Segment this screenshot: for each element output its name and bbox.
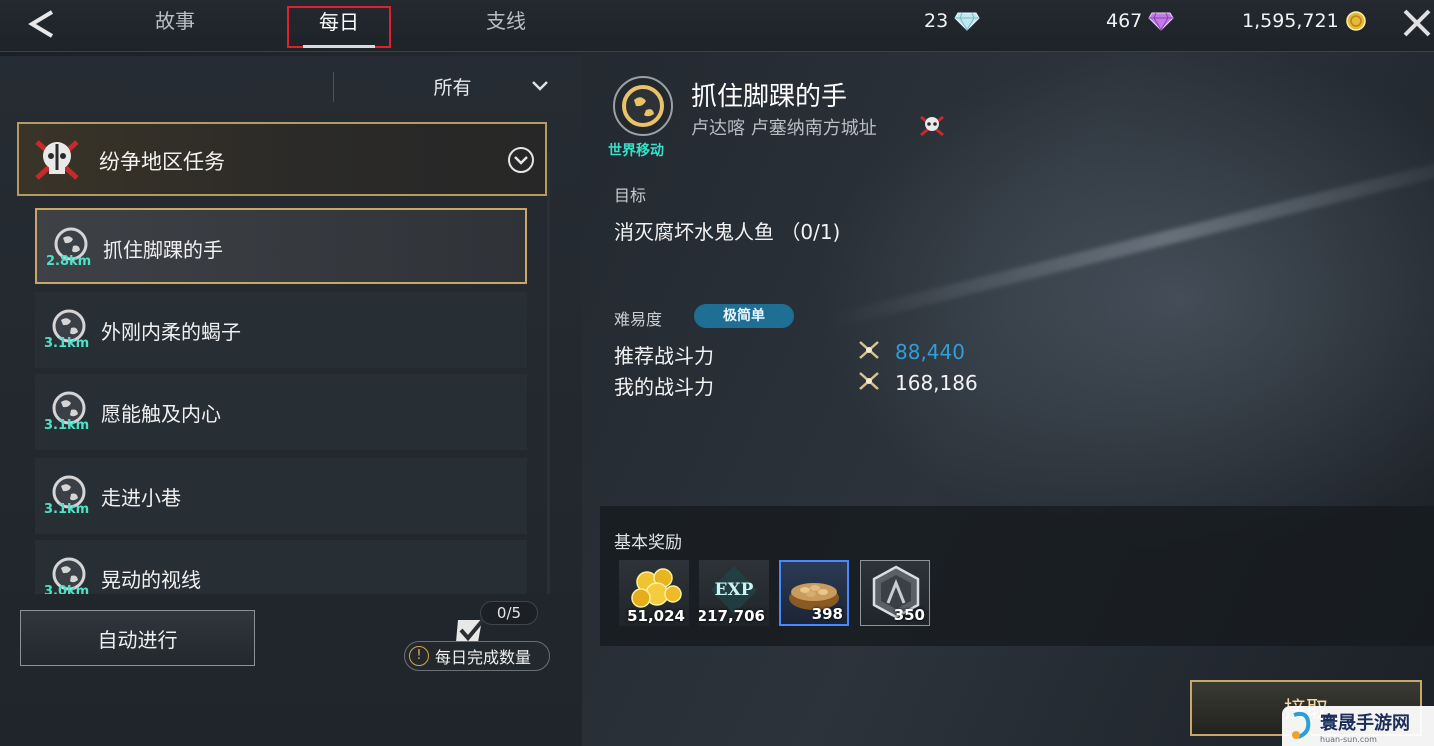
my-power-label: 我的战斗力 <box>614 375 714 399</box>
quest-name: 愿能触及内心 <box>101 402 221 426</box>
quest-title: 抓住脚踝的手 <box>691 82 848 112</box>
filter-dropdown[interactable]: 所有 <box>345 68 560 104</box>
crossed-swords-icon <box>859 372 879 390</box>
currency-diamond-value: 23 <box>924 10 949 32</box>
quest-item[interactable]: 3.1km 走进小巷 <box>35 458 527 534</box>
quest-distance: 3.0km <box>44 584 90 594</box>
gold-coin-icon <box>1345 11 1366 31</box>
quest-item[interactable]: 3.1km 外刚内柔的蝎子 <box>35 292 527 368</box>
quest-name: 晃动的视线 <box>101 568 201 592</box>
world-globe-icon <box>613 76 673 136</box>
quest-name: 抓住脚踝的手 <box>103 238 223 262</box>
auto-proceed-button[interactable]: 自动进行 <box>20 610 255 666</box>
currency-gem-value: 467 <box>1106 10 1143 32</box>
close-button[interactable] <box>1400 6 1434 40</box>
watermark-logo-icon <box>1292 711 1311 739</box>
filter-selected-value: 所有 <box>433 76 472 99</box>
quest-distance: 3.1km <box>44 418 90 433</box>
back-arrow-icon <box>28 10 54 38</box>
quest-location: 卢达喀 卢塞纳南方城址 <box>691 118 877 139</box>
my-power-value: 168,186 <box>895 371 978 395</box>
currency-diamond: 23 <box>924 10 980 32</box>
top-bar: 故事 每日 支线 23 467 1,595,721 <box>0 0 1434 52</box>
tab-story[interactable]: 故事 <box>140 8 210 46</box>
reward-emblem[interactable]: 350 <box>860 560 930 626</box>
quest-item[interactable]: 3.1km 愿能触及内心 <box>35 374 527 450</box>
exp-label: EXP <box>714 580 754 600</box>
watermark-text-block: 寰晟手游网 huan-sun.com <box>1320 709 1410 744</box>
scrollbar[interactable] <box>547 152 550 594</box>
rewards-title: 基本奖励 <box>614 533 682 553</box>
world-move-label: 世界移动 <box>608 143 664 159</box>
skull-crossed-swords-icon <box>920 115 944 137</box>
tab-daily[interactable]: 每日 <box>287 6 391 48</box>
watermark-subtext: huan-sun.com <box>1320 734 1377 744</box>
objective-text: 消灭腐坏水鬼人鱼 （0/1) <box>614 220 841 244</box>
daily-completion-label: 每日完成数量 <box>435 648 532 667</box>
quest-name: 外刚内柔的蝎子 <box>101 320 241 344</box>
watermark-text: 寰晟手游网 <box>1320 712 1410 734</box>
quest-distance: 2.8km <box>46 254 92 269</box>
reward-qty: 217,706 <box>699 607 765 625</box>
quest-name: 走进小巷 <box>101 486 181 510</box>
reward-gold[interactable]: 51,024 <box>619 560 689 626</box>
reward-qty: 398 <box>811 605 843 623</box>
back-button[interactable] <box>20 6 64 42</box>
currency-gold: 1,595,721 <box>1242 10 1367 32</box>
recommended-power-value: 88,440 <box>895 340 965 364</box>
crossed-swords-icon <box>859 341 879 359</box>
filter-divider <box>333 72 334 102</box>
quest-list: 2.8km 抓住脚踝的手 3.1km 外刚内柔的蝎子 3.1km 愿能触及内心 … <box>35 152 547 594</box>
quest-item[interactable]: 3.0km 晃动的视线 <box>35 540 527 594</box>
diamond-icon <box>954 12 980 31</box>
purple-gem-icon <box>1148 12 1174 31</box>
reward-qty: 350 <box>893 606 925 624</box>
quest-distance: 3.1km <box>44 502 90 517</box>
close-icon <box>1403 9 1431 37</box>
currency-gem: 467 <box>1106 10 1174 32</box>
difficulty-badge: 极简单 <box>694 304 794 328</box>
difficulty-label: 难易度 <box>614 310 663 329</box>
quest-item[interactable]: 2.8km 抓住脚踝的手 <box>35 208 527 284</box>
daily-completion-button[interactable]: ! 每日完成数量 <box>404 641 550 671</box>
world-move-button[interactable] <box>610 76 676 138</box>
chevron-down-icon <box>532 81 548 91</box>
rewards-panel: 基本奖励 51,024 EXP 217,706 398 350 <box>600 506 1434 646</box>
reward-exp[interactable]: EXP 217,706 <box>699 560 769 626</box>
tab-side[interactable]: 支线 <box>471 8 541 46</box>
quest-distance: 3.1km <box>44 336 90 351</box>
reward-nuts[interactable]: 398 <box>779 560 849 626</box>
objective-label: 目标 <box>614 186 647 205</box>
currency-gold-value: 1,595,721 <box>1242 10 1339 32</box>
reward-qty: 51,024 <box>627 607 685 625</box>
recommended-power-label: 推荐战斗力 <box>614 344 714 368</box>
daily-count: 0/5 <box>480 601 538 625</box>
watermark: 寰晟手游网 huan-sun.com <box>1282 706 1434 746</box>
warning-icon: ! <box>409 646 429 666</box>
